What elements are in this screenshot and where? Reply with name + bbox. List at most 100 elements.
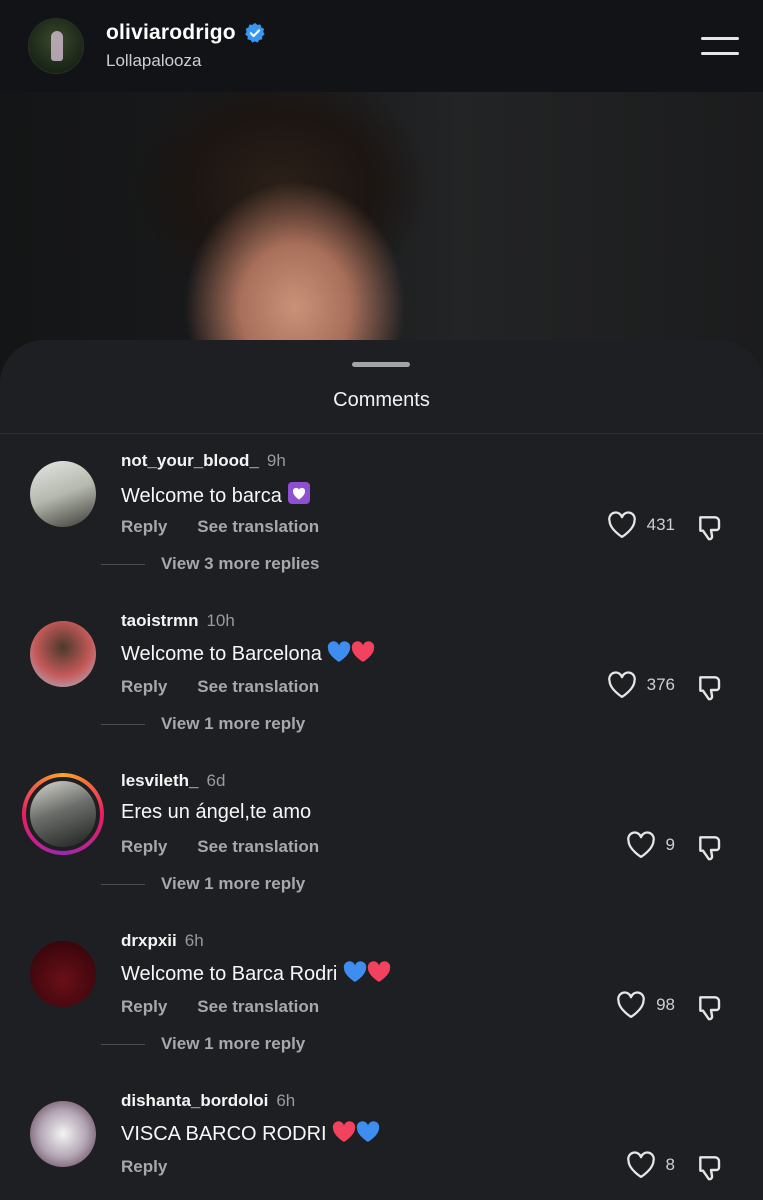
like-count: 9: [665, 835, 675, 854]
reply-button[interactable]: Reply: [121, 997, 167, 1017]
reply-button[interactable]: Reply: [121, 837, 167, 857]
like-count: 431: [646, 515, 675, 534]
view-more-replies-button[interactable]: View 3 more replies: [101, 554, 319, 574]
comment-text-row: Welcome to barca: [121, 481, 311, 508]
profile-avatar[interactable]: [28, 18, 84, 74]
replies-line: [101, 723, 145, 725]
commenter-avatar[interactable]: [30, 941, 96, 1007]
comment-timestamp: 6h: [184, 931, 204, 950]
heart-outline-icon: [626, 1151, 655, 1178]
see-translation-button[interactable]: See translation: [197, 677, 319, 697]
comment-header: not_your_blood_ 9h: [121, 451, 286, 471]
reply-button[interactable]: Reply: [121, 517, 167, 537]
commenter-avatar-story-ring[interactable]: [22, 773, 104, 855]
profile-username[interactable]: oliviarodrigo: [106, 21, 236, 45]
comment-username[interactable]: lesvileth_: [121, 771, 199, 791]
comment-text-row: VISCA BARCO RODRI: [121, 1121, 380, 1146]
like-button[interactable]: 376: [607, 671, 675, 699]
red-heart-emoji-icon: [333, 1121, 356, 1142]
comment-header: lesvileth_ 6d: [121, 771, 225, 791]
thumbs-down-icon[interactable]: [695, 512, 727, 544]
comment-text: Welcome to barca: [121, 485, 282, 507]
comments-sheet: Comments not_your_blood_ 9h Welcome to b…: [0, 340, 763, 1200]
post-header: oliviarodrigo Lollapalooza: [0, 0, 763, 92]
purple-heart-emoji-icon: [288, 482, 311, 504]
comment-timestamp: 6d: [206, 771, 226, 790]
like-button[interactable]: 8: [626, 1151, 675, 1179]
comment-item: not_your_blood_ 9h Welcome to barca Repl…: [0, 441, 763, 601]
comment-text: Eres un ángel,te amo: [121, 801, 312, 823]
comment-actions: Reply See translation: [121, 677, 319, 697]
reply-button[interactable]: Reply: [121, 677, 167, 697]
blue-heart-emoji-icon: [343, 961, 367, 982]
see-translation-button[interactable]: See translation: [197, 837, 319, 857]
comment-username[interactable]: drxpxii: [121, 931, 177, 951]
comment-actions: Reply See translation: [121, 997, 319, 1017]
location-subtitle[interactable]: Lollapalooza: [106, 51, 266, 71]
replies-line: [101, 1043, 145, 1045]
thumbs-down-icon[interactable]: [695, 1152, 727, 1184]
like-button[interactable]: 98: [616, 991, 675, 1019]
commenter-avatar[interactable]: [30, 621, 96, 687]
replies-line: [101, 563, 145, 565]
red-heart-emoji-icon: [367, 961, 391, 982]
commenter-avatar: [26, 777, 100, 851]
view-replies-text: View 3 more replies: [161, 554, 320, 573]
heart-outline-icon: [626, 831, 655, 858]
comments-title: Comments: [333, 389, 430, 411]
heart-outline-icon: [617, 991, 645, 1018]
instagram-post-page: oliviarodrigo Lollapalooza Comments not_…: [0, 0, 763, 1200]
comment-actions: Reply: [121, 1157, 167, 1177]
comment-timestamp: 6h: [276, 1091, 296, 1110]
view-more-replies-button[interactable]: View 1 more reply: [101, 874, 305, 894]
commenter-avatar[interactable]: [30, 461, 96, 527]
comment-item: lesvileth_ 6d Eres un ángel,te amo Reply…: [0, 761, 763, 921]
like-button[interactable]: 431: [607, 511, 675, 539]
view-more-replies-button[interactable]: View 1 more reply: [101, 714, 305, 734]
avatar-figure: [51, 31, 63, 61]
view-replies-text: View 1 more reply: [161, 874, 306, 893]
comment-username[interactable]: taoistrmn: [121, 611, 198, 631]
comment-header: drxpxii 6h: [121, 931, 204, 951]
like-count: 8: [665, 1155, 675, 1174]
view-replies-text: View 1 more reply: [161, 714, 306, 733]
header-name-row: oliviarodrigo: [106, 21, 266, 45]
comment-text: Welcome to Barcelona: [121, 643, 322, 665]
thumbs-down-icon[interactable]: [695, 672, 727, 704]
comment-username[interactable]: dishanta_bordoloi: [121, 1091, 268, 1111]
comment-text-row: Welcome to Barca Rodri: [121, 961, 391, 986]
sheet-drag-handle[interactable]: [352, 362, 410, 367]
thumbs-down-icon[interactable]: [695, 992, 727, 1024]
comment-actions: Reply See translation: [121, 517, 319, 537]
comment-item: drxpxii 6h Welcome to Barca Rodri Reply …: [0, 921, 763, 1081]
red-heart-emoji-icon: [352, 641, 375, 662]
comment-timestamp: 10h: [206, 611, 235, 630]
comment-text: Welcome to Barca Rodri: [121, 963, 338, 985]
see-translation-button[interactable]: See translation: [197, 997, 319, 1017]
sheet-divider: [0, 433, 763, 434]
menu-line-top: [701, 37, 739, 40]
commenter-avatar[interactable]: [30, 1101, 96, 1167]
comment-item: dishanta_bordoloi 6h VISCA BARCO RODRI R…: [0, 1081, 763, 1200]
comment-username[interactable]: not_your_blood_: [121, 451, 259, 471]
comment-text-row: Welcome to Barcelona: [121, 641, 375, 666]
view-replies-text: View 1 more reply: [161, 1034, 306, 1053]
comment-text-row: Eres un ángel,te amo: [121, 801, 311, 824]
view-more-replies-button[interactable]: View 1 more reply: [101, 1034, 305, 1054]
like-button[interactable]: 9: [626, 831, 675, 859]
replies-line: [101, 883, 145, 885]
heart-outline-icon: [607, 671, 636, 698]
comment-actions: Reply See translation: [121, 837, 319, 857]
heart-outline-icon: [607, 511, 636, 538]
thumbs-down-icon[interactable]: [695, 832, 727, 864]
comment-text: VISCA BARCO RODRI: [121, 1123, 327, 1145]
blue-heart-emoji-icon: [328, 641, 351, 662]
see-translation-button[interactable]: See translation: [197, 517, 319, 537]
comment-item: taoistrmn 10h Welcome to Barcelona Reply…: [0, 601, 763, 761]
comment-timestamp: 9h: [266, 451, 286, 470]
verified-badge-icon: [244, 22, 265, 43]
hamburger-menu-icon[interactable]: [701, 31, 741, 61]
comment-header: dishanta_bordoloi 6h: [121, 1091, 295, 1111]
like-count: 376: [646, 675, 675, 694]
reply-button[interactable]: Reply: [121, 1157, 167, 1177]
